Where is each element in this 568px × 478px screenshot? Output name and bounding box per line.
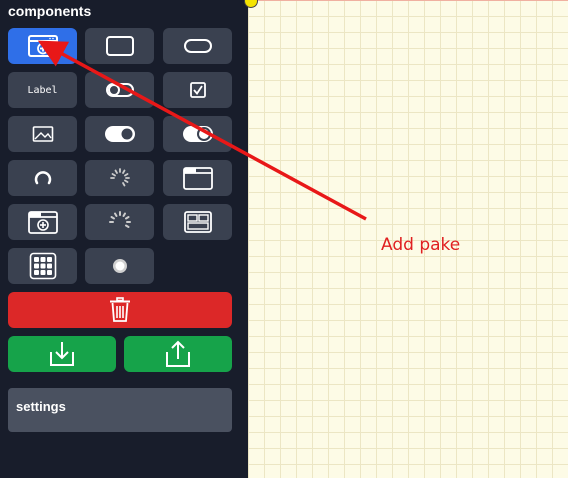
checkbox-tile[interactable] <box>163 72 232 108</box>
folder-tab-tile[interactable] <box>163 160 232 196</box>
toggle-switch-tile[interactable] <box>163 116 232 152</box>
share-upload-icon <box>166 340 190 367</box>
rectangle-icon <box>105 36 134 56</box>
toggle-on-icon <box>104 126 135 142</box>
import-button[interactable] <box>8 336 116 372</box>
layout-panels-tile[interactable] <box>163 204 232 240</box>
radio-dot-icon <box>112 259 127 273</box>
canvas-top-border <box>248 0 568 1</box>
label-tile[interactable]: Label <box>8 72 77 108</box>
annotation-text: Add pake <box>381 235 461 255</box>
rectangle-tile[interactable] <box>85 28 154 64</box>
spinner-dots-tile[interactable] <box>85 160 154 196</box>
spinner-dots-large-tile[interactable] <box>85 204 154 240</box>
add-window-icon <box>27 35 58 57</box>
image-tile[interactable] <box>8 116 77 152</box>
radio-tile[interactable] <box>85 248 154 284</box>
spinner-arc-icon <box>34 171 51 185</box>
toggle-on-tile[interactable] <box>85 116 154 152</box>
toggle-off-tile[interactable] <box>85 72 154 108</box>
grid-icon <box>29 252 56 280</box>
spinner-dots-icon <box>109 168 130 187</box>
toggle-switch-icon <box>182 126 213 142</box>
spinner-dots-large-icon <box>108 211 131 228</box>
sidebar-title: components <box>8 3 92 19</box>
add-page-tile[interactable] <box>8 28 77 64</box>
grid-tile[interactable] <box>8 248 77 284</box>
settings-panel[interactable]: settings <box>8 388 232 432</box>
spinner-arc-tile[interactable] <box>8 160 77 196</box>
add-folder-icon <box>27 211 58 234</box>
settings-title: settings <box>16 399 66 414</box>
components-sidebar: components Label settings <box>0 0 248 478</box>
add-folder-tile[interactable] <box>8 204 77 240</box>
trash-icon <box>110 297 130 322</box>
download-tray-icon <box>50 342 74 366</box>
export-button[interactable] <box>124 336 232 372</box>
label-text-icon: Label <box>27 84 58 96</box>
image-icon <box>32 126 53 142</box>
toggle-off-icon <box>105 83 134 97</box>
delete-button[interactable] <box>8 292 232 328</box>
rounded-pill-icon <box>183 39 212 53</box>
checkbox-icon <box>189 82 206 98</box>
folder-tab-icon <box>182 167 213 190</box>
pill-tile[interactable] <box>163 28 232 64</box>
layout-panels-icon <box>183 211 212 233</box>
